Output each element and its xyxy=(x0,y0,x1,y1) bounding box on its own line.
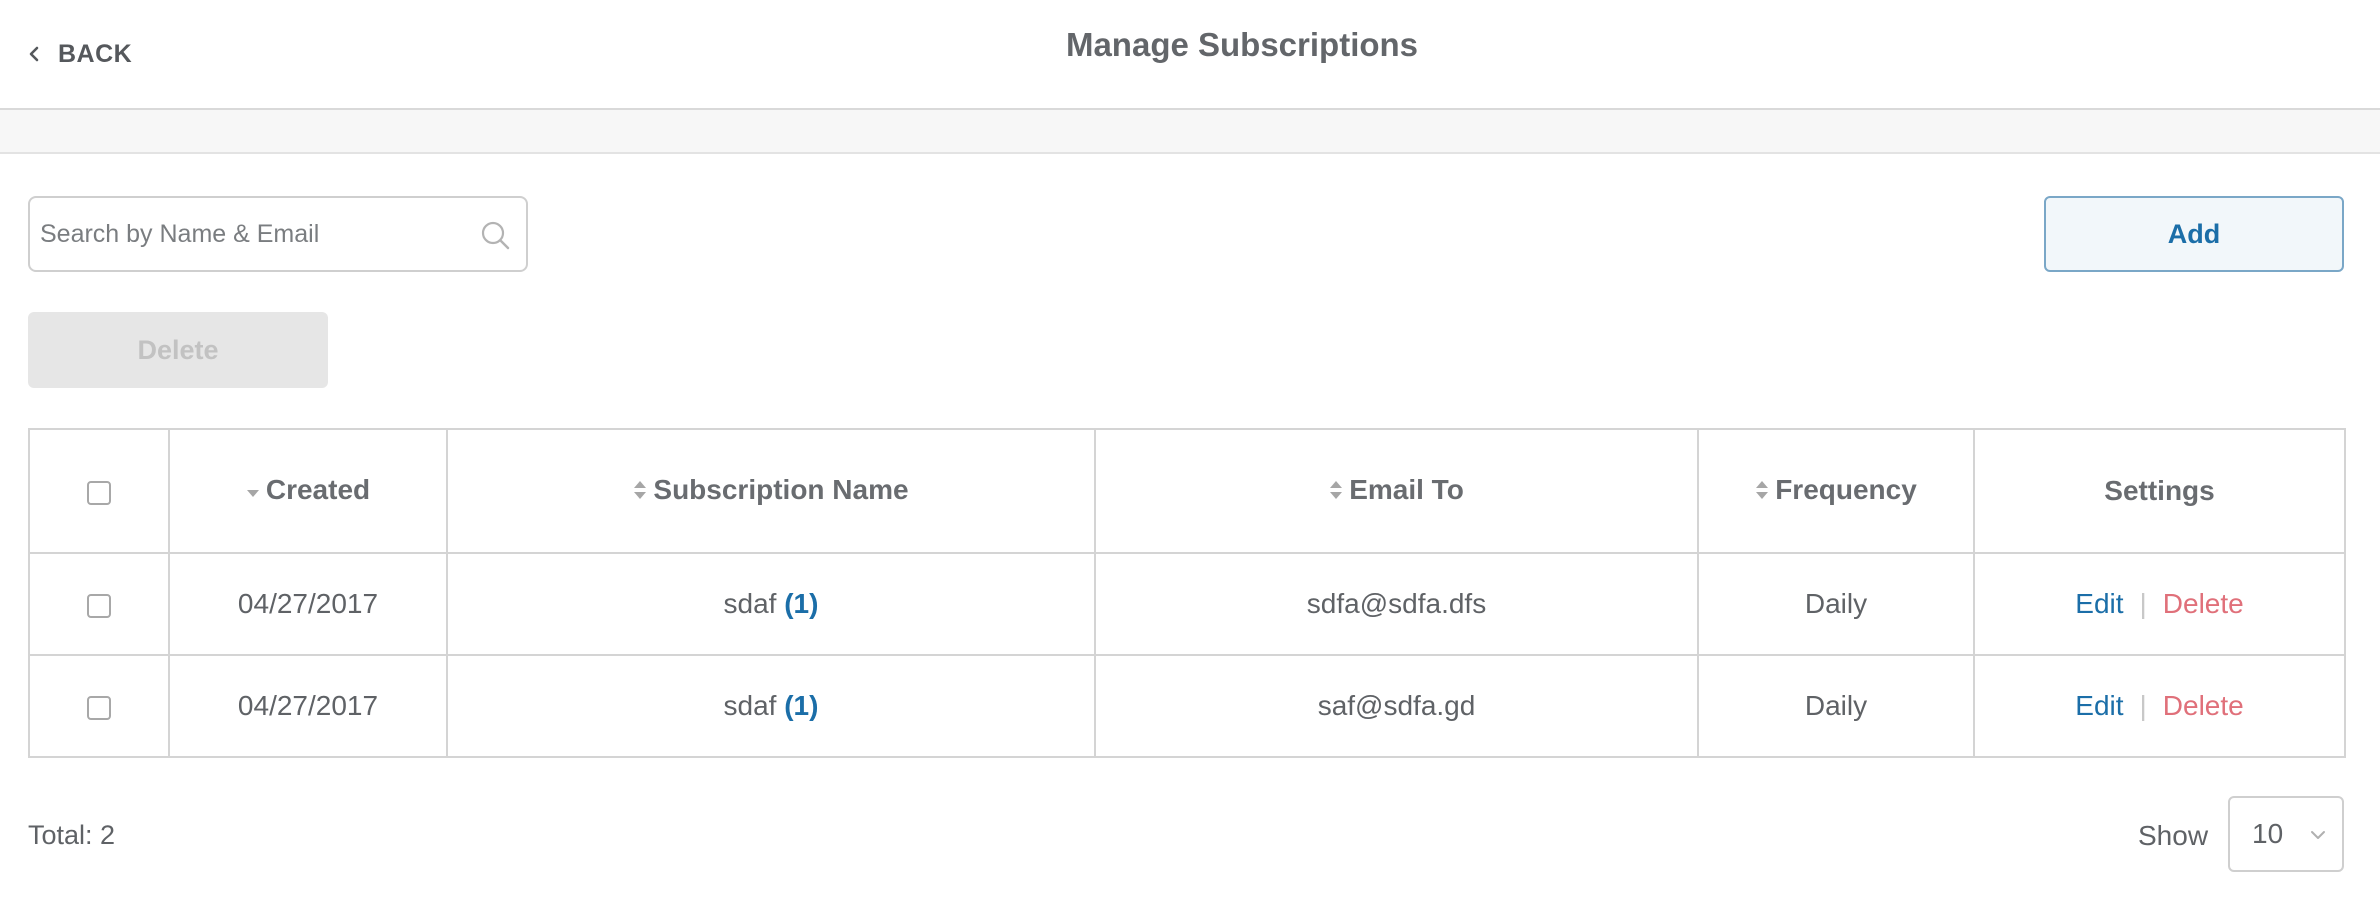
add-button[interactable]: Add xyxy=(2044,196,2344,272)
sort-icon xyxy=(1330,480,1343,499)
email-cell: saf@sdfa.gd xyxy=(1094,654,1699,758)
top-header: BACK Manage Subscriptions xyxy=(0,0,2380,110)
subscription-name-cell: sdaf (1) xyxy=(446,552,1096,656)
chevron-down-icon xyxy=(2311,831,2325,839)
search-icon[interactable] xyxy=(480,220,512,252)
sort-desc-icon xyxy=(246,489,259,497)
page-title: Manage Subscriptions xyxy=(1065,26,1419,63)
column-label-email-to: Email To xyxy=(1349,473,1464,505)
table-row: 04/27/2017 sdaf (1) saf@sdfa.gd Daily Ed… xyxy=(28,654,2346,758)
bulk-delete-button[interactable]: Delete xyxy=(28,312,328,388)
frequency-cell: Daily xyxy=(1697,552,1975,656)
page-size-select[interactable]: 10 xyxy=(2228,796,2344,872)
column-header-frequency[interactable]: Frequency xyxy=(1697,428,1975,554)
select-all-checkbox[interactable] xyxy=(87,480,111,505)
search-box xyxy=(28,196,528,272)
created-cell: 04/27/2017 xyxy=(168,552,448,656)
subscription-count-link[interactable]: (1) xyxy=(784,690,818,721)
column-header-settings: Settings xyxy=(1973,428,2346,554)
link-separator: | xyxy=(2139,588,2147,619)
sort-icon xyxy=(1756,480,1769,499)
total-count: Total: 2 xyxy=(28,820,116,850)
delete-link[interactable]: Delete xyxy=(2163,690,2244,721)
show-label: Show xyxy=(2138,820,2209,851)
row-select-cell xyxy=(28,552,170,656)
column-label-frequency: Frequency xyxy=(1775,473,1917,505)
subscription-name-cell: sdaf (1) xyxy=(446,654,1096,758)
header-divider-band xyxy=(0,110,2380,154)
row-checkbox[interactable] xyxy=(87,695,111,720)
column-header-email-to[interactable]: Email To xyxy=(1094,428,1699,554)
email-cell: sdfa@sdfa.dfs xyxy=(1094,552,1699,656)
created-cell: 04/27/2017 xyxy=(168,654,448,758)
row-select-cell xyxy=(28,654,170,758)
settings-cell: Edit | Delete xyxy=(1973,552,2346,656)
page-size-value: 10 xyxy=(2252,818,2284,849)
column-header-subscription-name[interactable]: Subscription Name xyxy=(446,428,1096,554)
edit-link[interactable]: Edit xyxy=(2075,690,2123,721)
frequency-cell: Daily xyxy=(1697,654,1975,758)
subscription-name: sdaf xyxy=(723,690,777,721)
row-checkbox[interactable] xyxy=(87,593,111,618)
column-label-created: Created xyxy=(265,473,371,505)
column-header-created[interactable]: Created xyxy=(168,428,448,554)
manage-subscriptions-page: BACK Manage Subscriptions Add Delete xyxy=(0,0,2380,908)
column-label-settings: Settings xyxy=(2104,475,2215,506)
select-all-cell xyxy=(28,428,170,554)
subscription-count-link[interactable]: (1) xyxy=(784,588,818,619)
sort-icon xyxy=(634,480,647,499)
search-input[interactable] xyxy=(40,204,460,264)
column-label-subscription-name: Subscription Name xyxy=(653,473,909,505)
delete-link[interactable]: Delete xyxy=(2163,588,2244,619)
subscription-name: sdaf xyxy=(723,588,777,619)
table-row: 04/27/2017 sdaf (1) sdfa@sdfa.dfs Daily … xyxy=(28,552,2346,656)
settings-cell: Edit | Delete xyxy=(1973,654,2346,758)
edit-link[interactable]: Edit xyxy=(2075,588,2123,619)
table-header-row: Created Subscription Name Email To Frequ… xyxy=(28,428,2346,554)
subscriptions-table: Created Subscription Name Email To Frequ… xyxy=(28,428,2346,758)
link-separator: | xyxy=(2139,690,2147,721)
